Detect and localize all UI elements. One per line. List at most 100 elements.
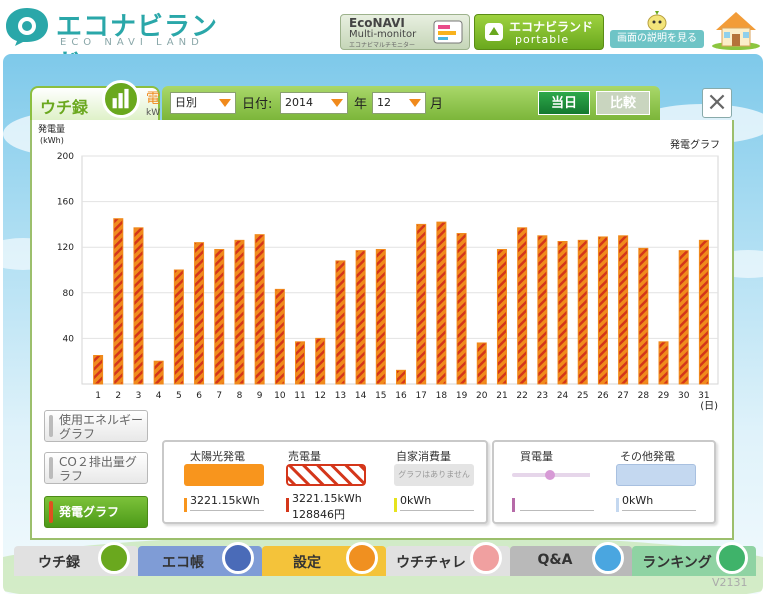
legend-buy-underline (520, 510, 594, 511)
x-tick-label: 25 (577, 391, 588, 401)
bottom-nav-uchichalle[interactable]: ウチチャレ (386, 542, 510, 576)
legend-other-value: 0kWh (622, 494, 654, 507)
logo-bubble-icon (6, 8, 48, 46)
y-tick-label: 120 (57, 243, 74, 253)
bar-day-13 (335, 260, 346, 385)
compare-button[interactable]: 比較 (596, 91, 650, 115)
x-tick-label: 27 (617, 391, 628, 401)
mascot-icon (647, 11, 667, 32)
bar-day-3 (133, 227, 144, 385)
bar-day-27 (618, 235, 629, 385)
bottom-nav-qa-label: Q&A (537, 552, 573, 568)
month-select[interactable]: 12 (372, 92, 426, 114)
bar-day-30 (678, 250, 689, 385)
tab-uchiroku-label: ウチ録 (40, 98, 89, 117)
help-label: 画面の説明を見る (610, 30, 704, 48)
wrench-icon (346, 542, 378, 574)
header: エコナビランド ECO NAVI LAND EcoNAVI Multi-moni… (0, 0, 766, 79)
bar-day-24 (557, 241, 568, 385)
chart-yunit: (kWh) (40, 136, 64, 145)
question-icon (592, 542, 624, 574)
x-tick-label: 4 (156, 391, 162, 401)
legend-buy-swatch (512, 470, 590, 480)
period-select[interactable]: 日別 (170, 92, 236, 114)
econavi-label: EcoNAVI (349, 16, 405, 30)
period-select-value: 日別 (175, 96, 197, 109)
close-button[interactable]: × (702, 88, 732, 118)
bar-day-10 (274, 288, 285, 385)
legend-self-value: 0kWh (400, 494, 432, 507)
logo-subtitle: ECO NAVI LAND (60, 37, 204, 48)
bottom-nav-uchiroku[interactable]: ウチ録 (14, 542, 138, 576)
nav-indicator (49, 415, 53, 437)
x-tick-label: 28 (638, 391, 650, 401)
legend-sold-swatch (286, 464, 366, 486)
x-tick-label: 20 (476, 391, 488, 401)
chart-ylabel: 発電量 (38, 123, 65, 135)
chevron-down-icon (219, 99, 231, 107)
y-tick-label: 40 (63, 334, 75, 344)
year-select[interactable]: 2014 (280, 92, 348, 114)
month-label: 月 (430, 97, 444, 112)
bar-day-7 (214, 248, 225, 385)
x-tick-label: 5 (176, 391, 182, 401)
bottom-nav-ecocho[interactable]: エコ帳 (138, 542, 262, 576)
house-icon[interactable] (710, 8, 762, 50)
legend-sold-marker (286, 498, 289, 512)
econavi-multimonitor-button[interactable]: EcoNAVI Multi-monitor エコナビマルチモニター (340, 14, 470, 50)
co2-emission-graph-label: CO２排出量グラフ (59, 455, 137, 483)
legend-solar-underline (190, 510, 264, 511)
x-tick-label: 11 (294, 391, 305, 401)
legend-other-marker (616, 498, 619, 512)
energy-usage-graph-button[interactable]: 使用エネルギーグラフ (44, 410, 148, 442)
chart-title: 発電グラフ (670, 138, 720, 151)
y-tick-label: 80 (63, 289, 75, 299)
power-generation-chart: 発電量 (kWh) 発電グラフ 40801201602001 2 3 4 5 6 7 8 9 10… (38, 123, 720, 412)
y-tick-label: 160 (57, 198, 74, 208)
x-tick-label: 21 (496, 391, 507, 401)
x-tick-label: 6 (196, 391, 202, 401)
notebook-icon (222, 542, 254, 574)
nav-indicator (49, 501, 53, 523)
help-screen-button[interactable]: 画面の説明を見る (610, 10, 704, 50)
tab-uchiroku[interactable]: ウチ録 電 kW (30, 80, 160, 120)
legend-purchase-group: 買電量 その他発電 0kWh (492, 440, 716, 524)
legend-solar-title: 太陽光発電 (190, 450, 245, 463)
co2-emission-graph-button[interactable]: CO２排出量グラフ (44, 452, 148, 484)
x-tick-label: 30 (678, 391, 690, 401)
bar-day-11 (295, 341, 306, 385)
x-tick-label: 8 (237, 391, 243, 401)
bar-graph-icon (98, 542, 130, 574)
date-label: 日付: (242, 97, 273, 112)
year-label: 年 (354, 97, 368, 112)
bottom-nav-qa[interactable]: Q&A (510, 542, 632, 576)
x-tick-label: 9 (257, 391, 263, 401)
bottom-nav-settings[interactable]: 設定 (262, 542, 386, 576)
bar-day-8 (234, 239, 245, 385)
power-generation-graph-button[interactable]: 発電グラフ (44, 496, 148, 528)
legend-other-title: その他発電 (620, 450, 675, 463)
flag-icon (470, 542, 502, 574)
today-button[interactable]: 当日 (538, 91, 590, 115)
legend-generation-group: 太陽光発電 3221.15kWh 売電量 3221.15kWh 128846円 … (162, 440, 488, 524)
x-tick-label: 2 (115, 391, 121, 401)
bar-day-21 (496, 248, 507, 385)
multimonitor-label: Multi-monitor (349, 29, 417, 40)
bar-day-5 (173, 269, 184, 385)
x-tick-label: 10 (274, 391, 286, 401)
x-tick-label: 31 (698, 391, 709, 401)
x-tick-label: 13 (335, 391, 346, 401)
legend-self-underline (400, 510, 474, 511)
bar-day-14 (355, 250, 366, 385)
x-tick-label: 3 (136, 391, 142, 401)
x-tick-label: 15 (375, 391, 386, 401)
version-label: V2131 (712, 576, 748, 589)
legend-solar-swatch (184, 464, 264, 486)
x-tick-label: 23 (537, 391, 548, 401)
econaviland-portable-button[interactable]: エコナビランド portable (474, 14, 604, 50)
bottom-nav-ranking-label: ランキング (642, 555, 712, 571)
chart-xlabel: (日) (700, 401, 718, 412)
bottom-nav-ranking[interactable]: ランキング (632, 542, 756, 576)
legend-sold-yen: 128846円 (292, 508, 345, 521)
bar-day-29 (658, 341, 669, 385)
